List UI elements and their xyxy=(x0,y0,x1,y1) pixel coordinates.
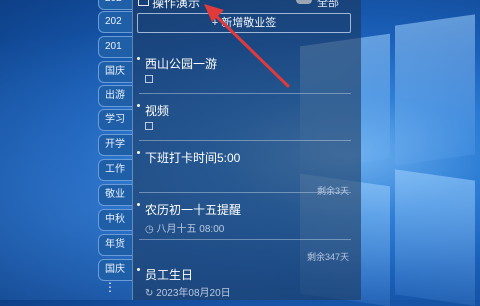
image-attachment-icon xyxy=(145,75,153,83)
notes-panel: 操作演示 全部 + 新增敬业签 西山公园一游 视频 下班打卡时间5:00 剩余3天… xyxy=(132,0,361,300)
note-title: 西山公园一游 xyxy=(145,57,218,71)
reminder-date-text: 2023年08月20日 xyxy=(156,288,231,299)
tab-item[interactable]: 国庆 xyxy=(98,259,132,281)
tab-item[interactable]: 出游 xyxy=(98,85,132,107)
tab-item[interactable]: 敬业 xyxy=(98,184,132,206)
tab-item[interactable]: 中秋 xyxy=(98,209,132,231)
reminder-date: ↻ 2023年08月20日 xyxy=(145,288,231,299)
bookmark-icon xyxy=(138,0,149,6)
panel-header: 操作演示 全部 xyxy=(133,0,361,10)
add-note-label: 新增敬业签 xyxy=(221,17,277,29)
tab-item[interactable]: 学习 xyxy=(98,109,132,131)
bullet-icon xyxy=(137,104,140,107)
bullet-icon xyxy=(137,151,140,154)
tab-item[interactable]: 年货 xyxy=(98,234,132,256)
note-title: 农历初一十五提醒 xyxy=(145,203,242,217)
video-attachment-icon xyxy=(145,122,153,130)
tab-item[interactable]: 201 xyxy=(98,36,132,58)
remaining-days: 剩余347天 xyxy=(306,252,349,262)
reminder-time-text: 八月十五 08:00 xyxy=(156,224,225,235)
divider xyxy=(139,93,351,94)
filter-dropdown[interactable]: 全部 xyxy=(317,0,339,10)
tab-item[interactable]: 工作 xyxy=(98,159,132,181)
bullet-icon xyxy=(137,268,140,271)
tab-item[interactable]: 202 xyxy=(98,0,132,10)
note-title: 员工生日 xyxy=(145,268,194,282)
tab-item[interactable]: 开学 xyxy=(98,134,132,156)
reminder-time: ◷ 八月十五 08:00 xyxy=(145,224,225,235)
divider xyxy=(139,140,351,141)
divider xyxy=(139,239,351,240)
plus-icon: + xyxy=(211,17,219,29)
bullet-icon xyxy=(137,203,140,206)
toggle-switch[interactable] xyxy=(296,0,312,4)
panel-title: 操作演示 xyxy=(152,0,201,10)
divider xyxy=(139,192,351,193)
tab-item[interactable]: 202 xyxy=(98,11,132,33)
remaining-days: 剩余3天 xyxy=(316,186,349,196)
tab-item[interactable]: 国庆 xyxy=(98,61,132,83)
more-tabs-icon[interactable]: ⋮ xyxy=(104,281,116,300)
note-title: 下班打卡时间5:00 xyxy=(145,151,241,165)
add-note-button[interactable]: + 新增敬业签 xyxy=(137,13,351,33)
note-title: 视频 xyxy=(145,104,170,118)
bullet-icon xyxy=(137,57,140,60)
